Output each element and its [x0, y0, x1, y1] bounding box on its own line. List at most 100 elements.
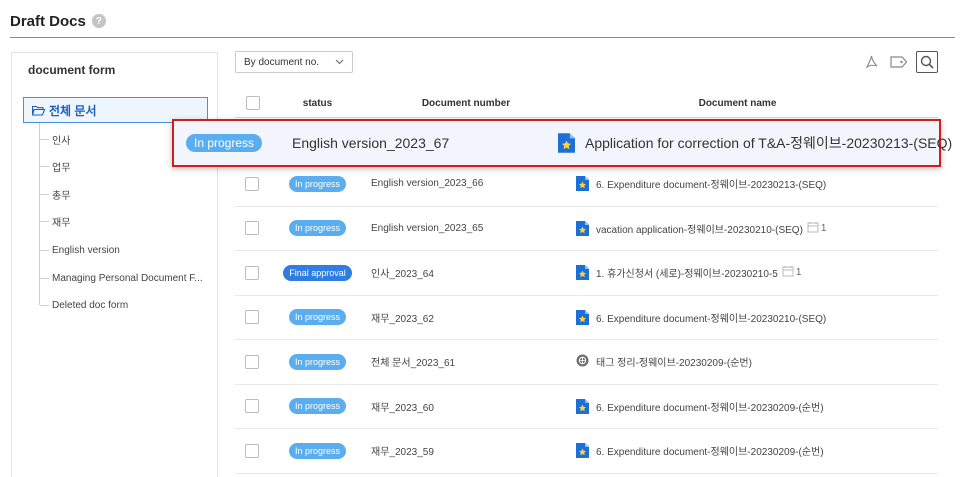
- table-row[interactable]: In progress 전체 문서_2023_61 태그 정리-정웨이브-20230…: [235, 340, 938, 385]
- calendar-icon: [782, 265, 794, 280]
- select-all-checkbox[interactable]: [246, 96, 260, 110]
- document-name: 1. 휴가신청서 (세로)-정웨이브-20230210-5: [596, 269, 778, 281]
- sidebar-item-eopmu[interactable]: 업무: [40, 157, 70, 175]
- sidebar-item-managing-personal[interactable]: Managing Personal Document F...: [40, 269, 203, 287]
- document-name-cell[interactable]: 6. Expenditure document-정웨이브-20230209-(순…: [576, 429, 824, 473]
- sidebar-item-english-version[interactable]: English version: [40, 241, 120, 259]
- attachment-count[interactable]: 1: [782, 265, 801, 280]
- row-checkbox-cell: [245, 162, 261, 206]
- row-checkbox-cell: [245, 340, 261, 384]
- sidebar-title: document form: [28, 63, 116, 77]
- column-document-name[interactable]: Document name: [575, 88, 900, 118]
- question-circle-icon[interactable]: ?: [91, 14, 106, 28]
- sort-select-value: By document no.: [244, 56, 320, 68]
- document-name: 6. Expenditure document-정웨이브-20230210-(S…: [596, 313, 827, 325]
- sidebar-item-insa[interactable]: 인사: [40, 130, 70, 148]
- row-checkbox[interactable]: [245, 354, 259, 369]
- sidebar-item-label: 재무: [52, 217, 71, 229]
- highlight-document-number: English version_2023_67: [292, 135, 450, 151]
- row-checkbox[interactable]: [245, 221, 259, 236]
- row-checkbox-cell: [245, 251, 261, 295]
- row-checkbox-cell: [245, 296, 261, 340]
- document-name-cell[interactable]: 태그 정리-정웨이브-20230209-(순번): [576, 340, 752, 384]
- table-row[interactable]: In progress 재무_2023_62 6. Expenditure docu…: [235, 296, 938, 340]
- table-row[interactable]: Final approval 인사_2023_64 1. 휴가신청서 (세로)-정웨…: [235, 251, 938, 296]
- table-body: In progress English version_2023_66 6. Exp…: [235, 162, 938, 474]
- row-checkbox[interactable]: [245, 443, 259, 458]
- sidebar-item-deleted-doc-form[interactable]: Deleted doc form: [40, 296, 128, 314]
- document-name-cell[interactable]: 1. 휴가신청서 (세로)-정웨이브-20230210-5 1: [576, 251, 801, 295]
- status-cell: In progress: [285, 162, 350, 206]
- row-checkbox-cell: [245, 429, 261, 473]
- tag-icon[interactable]: [888, 51, 910, 73]
- sidebar-item-label: 업무: [52, 162, 71, 174]
- document-number-cell: 재무_2023_60: [371, 402, 434, 414]
- status-cell: Final approval: [283, 251, 352, 295]
- document-name: 태그 정리-정웨이브-20230209-(순번): [596, 358, 752, 370]
- document-name: 6. Expenditure document-정웨이브-20230213-(S…: [596, 180, 827, 192]
- status-cell: In progress: [285, 385, 350, 429]
- highlight-document-name: Application for correction of T&A-정웨이브-2…: [585, 135, 953, 151]
- table-row[interactable]: In progress English version_2023_65 vacati…: [235, 207, 938, 251]
- sidebar-item-chongmu[interactable]: 총무: [40, 185, 70, 203]
- attachment-count[interactable]: 1: [807, 221, 827, 236]
- document-number-cell: 전체 문서_2023_61: [371, 358, 456, 370]
- sidebar-item-label: Deleted doc form: [52, 299, 129, 311]
- star-doc-icon: [576, 176, 589, 192]
- status-badge: In progress: [288, 398, 347, 415]
- pdf-icon[interactable]: [861, 51, 883, 73]
- column-document-number[interactable]: Document number: [385, 88, 547, 118]
- table-row[interactable]: In progress English version_2023_66 6. Exp…: [235, 162, 938, 207]
- calendar-icon: [807, 221, 819, 236]
- star-doc-icon: [576, 220, 589, 236]
- document-name-cell[interactable]: 6. Expenditure document-정웨이브-20230209-(순…: [576, 385, 824, 429]
- document-name: 6. Expenditure document-정웨이브-20230209-(순…: [596, 402, 824, 414]
- document-name: vacation application-정웨이브-20230210-(SEQ): [596, 224, 803, 236]
- status-badge: In progress: [288, 309, 347, 326]
- sidebar-item-label: English version: [52, 244, 120, 256]
- table-row[interactable]: In progress 재무_2023_60 6. Expenditure docu…: [235, 385, 938, 429]
- document-name-cell[interactable]: 6. Expenditure document-정웨이브-20230213-(S…: [576, 162, 826, 206]
- star-doc-icon: [576, 398, 589, 414]
- document-number-cell: 인사_2023_64: [371, 269, 434, 281]
- star-doc-icon: [576, 265, 589, 281]
- column-status[interactable]: status: [285, 88, 350, 118]
- row-checkbox[interactable]: [245, 176, 259, 191]
- row-checkbox[interactable]: [245, 265, 259, 280]
- status-badge: In progress: [186, 134, 263, 152]
- star-doc-icon: [576, 443, 589, 459]
- document-name-cell[interactable]: 6. Expenditure document-정웨이브-20230210-(S…: [576, 296, 826, 340]
- document-number-cell: English version_2023_65: [371, 222, 484, 234]
- status-badge: In progress: [288, 175, 347, 192]
- header-divider: [10, 37, 955, 38]
- tree-root-label: 전체 문서: [49, 103, 97, 118]
- sidebar-item-label: Managing Personal Document F...: [52, 272, 203, 284]
- sort-select[interactable]: By document no.: [235, 51, 353, 73]
- status-badge: In progress: [288, 353, 347, 370]
- table-header: status Document number Document name: [235, 88, 938, 118]
- star-doc-icon: [576, 309, 589, 325]
- table-row[interactable]: In progress 재무_2023_59 6. Expenditure docu…: [235, 429, 938, 474]
- status-cell: In progress: [285, 340, 350, 384]
- search-button[interactable]: [916, 51, 938, 73]
- status-cell: In progress: [285, 207, 350, 251]
- highlighted-row[interactable]: In progress English version_2023_67 Appl…: [172, 119, 952, 167]
- document-number-cell: English version_2023_66: [371, 178, 484, 190]
- page-header: Draft Docs ?: [10, 10, 106, 32]
- globe-doc-icon: [576, 354, 589, 369]
- status-cell: In progress: [285, 429, 350, 473]
- page-title: Draft Docs: [10, 12, 86, 30]
- chevron-down-icon: [335, 57, 344, 67]
- sidebar-item-jaemu[interactable]: 재무: [40, 212, 70, 230]
- status-cell: In progress: [285, 296, 350, 340]
- highlight-document-name-cell[interactable]: Application for correction of T&A-정웨이브-2…: [558, 133, 952, 153]
- attachment-count-value: 1: [820, 222, 827, 234]
- document-number-cell: 재무_2023_59: [371, 447, 434, 459]
- document-number-cell: 재무_2023_62: [371, 313, 434, 325]
- document-name-cell[interactable]: vacation application-정웨이브-20230210-(SEQ)…: [576, 207, 826, 251]
- row-checkbox[interactable]: [245, 399, 259, 414]
- status-badge: In progress: [288, 442, 347, 459]
- row-checkbox[interactable]: [245, 310, 259, 325]
- document-name: 6. Expenditure document-정웨이브-20230209-(순…: [596, 447, 824, 459]
- sidebar-item-label: 총무: [52, 190, 71, 202]
